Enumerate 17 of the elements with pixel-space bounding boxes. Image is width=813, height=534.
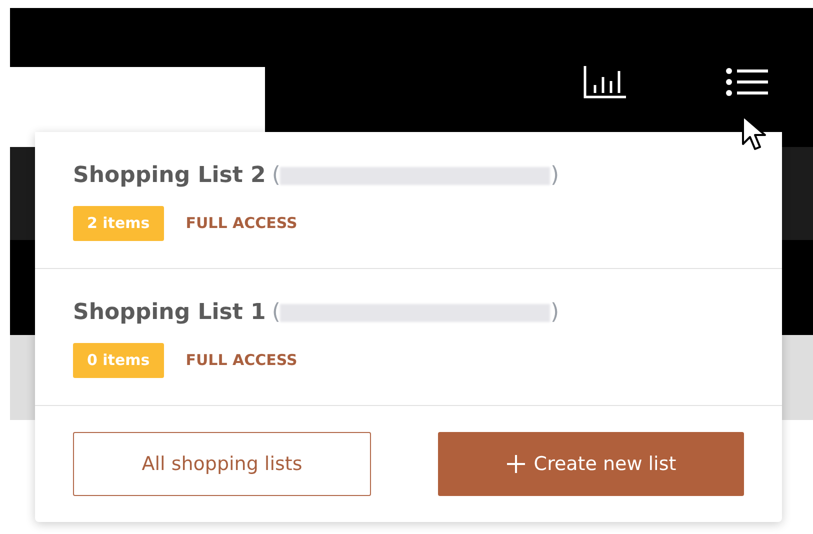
list-menu-icon[interactable]: [725, 67, 769, 97]
list-title: Shopping List 1: [73, 299, 266, 327]
parenthesis: (: [272, 162, 280, 190]
item-count-badge: 2 items: [73, 206, 164, 241]
shopping-list-item[interactable]: Shopping List 2 ( ) 2 items FULL ACCESS: [35, 132, 782, 269]
parenthesis: (: [272, 299, 280, 327]
item-count-badge: 0 items: [73, 343, 164, 378]
access-label: FULL ACCESS: [186, 213, 298, 234]
parenthesis: ): [550, 299, 560, 327]
bar-chart-icon[interactable]: [583, 65, 627, 99]
parenthesis: ): [550, 162, 560, 190]
shopping-list-item[interactable]: Shopping List 1 ( ) 0 items FULL ACCESS: [35, 269, 782, 406]
all-lists-button[interactable]: All shopping lists: [73, 432, 371, 496]
list-title: Shopping List 2: [73, 162, 266, 190]
access-label: FULL ACCESS: [186, 350, 298, 372]
plus-icon: [506, 454, 526, 474]
create-list-button[interactable]: Create new list: [438, 432, 744, 496]
